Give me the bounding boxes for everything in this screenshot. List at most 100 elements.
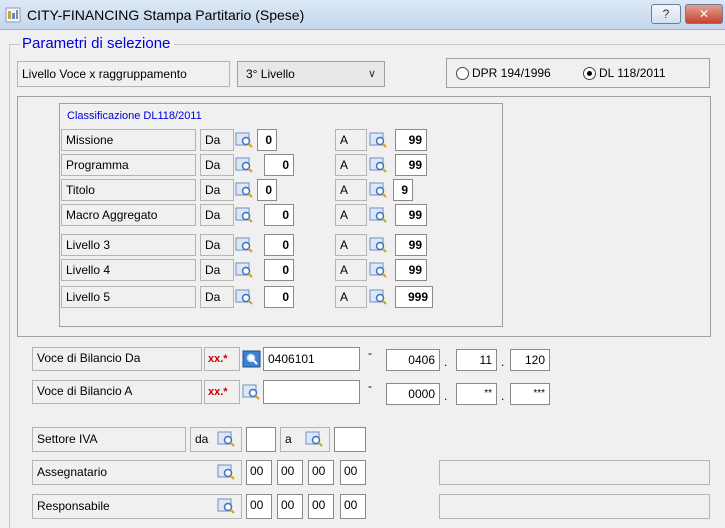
app-icon xyxy=(5,7,21,23)
responsabile-input-2[interactable]: 00 xyxy=(277,494,303,519)
programma-a-input[interactable]: 99 xyxy=(395,154,427,176)
livello-5-da-label: Da xyxy=(200,286,234,308)
assegnatario-label: Assegnatario xyxy=(32,460,242,485)
voce-a-prefix-text: xx. xyxy=(208,386,224,398)
voce-da-code-input[interactable]: 0406101 xyxy=(263,347,360,371)
lookup-icon[interactable] xyxy=(235,156,255,174)
voce-da-dot-2: . xyxy=(501,355,505,369)
radio-dpr-194-1996[interactable]: DPR 194/1996 xyxy=(456,66,551,80)
responsabile-input-1[interactable]: 00 xyxy=(246,494,272,519)
voce-a-prefix: xx.* xyxy=(204,380,240,404)
voce-da-part3[interactable]: 120 xyxy=(510,349,550,371)
voce-da-dot-1: . xyxy=(444,355,448,369)
missione-a-input[interactable]: 99 xyxy=(395,129,427,151)
voce-a-part1[interactable]: 0000 xyxy=(386,383,440,405)
required-marker: * xyxy=(223,386,228,398)
titolo-a-input[interactable]: 9 xyxy=(393,179,413,201)
livello-4-label: Livello 4 xyxy=(61,259,196,281)
lookup-icon[interactable] xyxy=(235,236,255,254)
livello-select-value: 3° Livello xyxy=(246,67,295,81)
lookup-icon[interactable] xyxy=(369,288,389,306)
lookup-icon[interactable] xyxy=(369,261,389,279)
livello-select[interactable]: 3° Livello ∨ xyxy=(237,61,385,87)
macro-aggregato-label: Macro Aggregato xyxy=(61,204,196,226)
radio-selected-icon xyxy=(583,66,596,80)
settore-iva-da-input[interactable] xyxy=(246,427,276,452)
lookup-icon[interactable] xyxy=(217,463,237,481)
radio-dpr-label: DPR 194/1996 xyxy=(472,66,551,80)
title-bar: CITY-FINANCING Stampa Partitario (Spese)… xyxy=(0,0,725,30)
livello-4-a-label: A xyxy=(335,259,367,281)
lookup-icon[interactable] xyxy=(235,206,255,224)
lookup-icon[interactable] xyxy=(369,206,389,224)
lookup-icon[interactable] xyxy=(217,430,237,448)
radio-dl-label: DL 118/2011 xyxy=(599,66,666,80)
assegnatario-input-4[interactable]: 00 xyxy=(340,460,366,485)
lookup-icon[interactable] xyxy=(369,236,389,254)
titolo-label: Titolo xyxy=(61,179,196,201)
assegnatario-input-3[interactable]: 00 xyxy=(308,460,334,485)
lookup-icon[interactable] xyxy=(242,350,262,368)
lookup-icon[interactable] xyxy=(217,497,237,515)
voce-a-part3[interactable]: *** xyxy=(510,383,550,405)
livello-5-label: Livello 5 xyxy=(61,286,196,308)
voce-da-prefix-text: xx. xyxy=(208,353,224,365)
voce-a-dot-2: . xyxy=(501,389,505,403)
stampa-partitario-window: CITY-FINANCING Stampa Partitario (Spese)… xyxy=(0,0,725,528)
assegnatario-description xyxy=(439,460,710,485)
voce-a-code-input[interactable] xyxy=(263,380,360,404)
titolo-da-input[interactable]: 0 xyxy=(257,179,277,201)
assegnatario-input-1[interactable]: 00 xyxy=(246,460,272,485)
livello-4-a-input[interactable]: 99 xyxy=(395,259,427,281)
chevron-down-icon: ∨ xyxy=(367,68,376,80)
programma-da-input[interactable]: 0 xyxy=(264,154,294,176)
livello-3-da-input[interactable]: 0 xyxy=(264,234,294,256)
assegnatario-input-2[interactable]: 00 xyxy=(277,460,303,485)
livello-5-a-label: A xyxy=(335,286,367,308)
macro-aggregato-da-input[interactable]: 0 xyxy=(264,204,294,226)
lookup-icon[interactable] xyxy=(235,181,255,199)
livello-3-da-label: Da xyxy=(200,234,234,256)
titolo-da-label: Da xyxy=(200,179,234,201)
lookup-icon[interactable] xyxy=(369,181,389,199)
livello-5-a-input[interactable]: 999 xyxy=(395,286,433,308)
missione-da-input[interactable]: 0 xyxy=(257,129,277,151)
classificazione-title: Classificazione DL118/2011 xyxy=(67,110,202,122)
titolo-a-label: A xyxy=(335,179,367,201)
responsabile-label: Responsabile xyxy=(32,494,242,519)
livello-4-da-input[interactable]: 0 xyxy=(264,259,294,281)
lookup-icon[interactable] xyxy=(235,288,255,306)
lookup-icon[interactable] xyxy=(369,131,389,149)
macro-aggregato-da-label: Da xyxy=(200,204,234,226)
voce-da-prefix: xx.* xyxy=(204,347,240,371)
voce-da-part1[interactable]: 0406 xyxy=(386,349,440,371)
macro-aggregato-a-input[interactable]: 99 xyxy=(395,204,427,226)
responsabile-description xyxy=(439,494,710,519)
programma-label: Programma xyxy=(61,154,196,176)
settore-iva-a-input[interactable] xyxy=(334,427,366,452)
lookup-icon[interactable] xyxy=(235,131,255,149)
required-marker: * xyxy=(223,353,228,365)
radio-dl-118-2011[interactable]: DL 118/2011 xyxy=(583,66,666,80)
close-button[interactable]: ✕ xyxy=(685,4,723,24)
lookup-icon[interactable] xyxy=(235,261,255,279)
programma-da-label: Da xyxy=(200,154,234,176)
lookup-icon[interactable] xyxy=(242,383,262,401)
lookup-icon[interactable] xyxy=(305,430,325,448)
responsabile-input-3[interactable]: 00 xyxy=(308,494,334,519)
lookup-icon[interactable] xyxy=(369,156,389,174)
help-button[interactable]: ? xyxy=(651,4,681,24)
livello-5-da-input[interactable]: 0 xyxy=(264,286,294,308)
missione-da-label: Da xyxy=(200,129,234,151)
livello-3-a-input[interactable]: 99 xyxy=(395,234,427,256)
voce-a-dot-1: . xyxy=(444,389,448,403)
livello-3-a-label: A xyxy=(335,234,367,256)
responsabile-input-4[interactable]: 00 xyxy=(340,494,366,519)
voce-a-dash: - xyxy=(368,379,372,393)
livello-3-label: Livello 3 xyxy=(61,234,196,256)
macro-aggregato-a-label: A xyxy=(335,204,367,226)
voce-da-part2[interactable]: 11 xyxy=(456,349,497,371)
group-title: Parametri di selezione xyxy=(20,35,175,52)
window-title: CITY-FINANCING Stampa Partitario (Spese) xyxy=(27,7,305,23)
voce-a-part2[interactable]: ** xyxy=(456,383,497,405)
